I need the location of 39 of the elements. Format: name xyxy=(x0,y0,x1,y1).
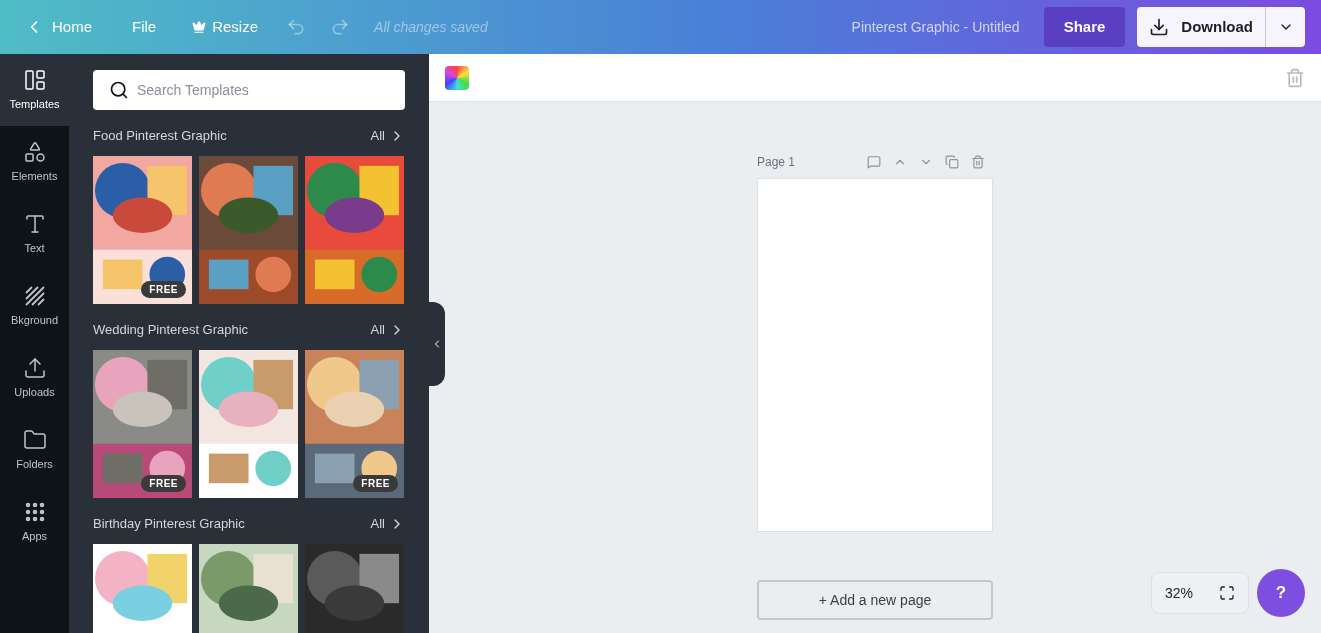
free-badge: FREE xyxy=(353,475,398,492)
fullscreen-icon[interactable] xyxy=(1219,585,1235,601)
shapes-icon xyxy=(22,139,47,164)
search-icon xyxy=(109,80,129,100)
save-status: All changes saved xyxy=(374,17,488,37)
duplicate-icon[interactable] xyxy=(945,155,959,169)
redo-button[interactable] xyxy=(330,17,351,37)
collapse-tab[interactable] xyxy=(429,302,445,386)
color-picker-icon[interactable] xyxy=(445,65,469,90)
section-title: Food Pinterest Graphic xyxy=(93,127,227,146)
see-all-link[interactable]: All xyxy=(370,514,405,534)
search-field[interactable]: Search Templates xyxy=(93,70,405,110)
section-title: Wedding Pinterest Graphic xyxy=(93,321,249,340)
free-badge: FREE xyxy=(141,281,186,298)
page-label: Page 1 xyxy=(757,154,796,171)
help-button[interactable]: ? xyxy=(1257,569,1305,617)
rail-tab[interactable]: Text xyxy=(0,198,69,270)
rail-tab[interactable]: Uploads xyxy=(0,342,69,414)
trash-icon[interactable] xyxy=(1285,67,1305,88)
rail-tab[interactable]: Templates xyxy=(0,54,69,126)
rail-tab[interactable]: Bkground xyxy=(0,270,69,342)
rail-tab[interactable]: Elements xyxy=(0,126,69,198)
crown-icon xyxy=(192,20,207,34)
upload-icon xyxy=(22,355,47,380)
see-all-link[interactable]: All xyxy=(370,126,405,146)
redo-icon xyxy=(330,17,351,37)
delete-page-icon[interactable] xyxy=(971,155,985,169)
download-icon xyxy=(1149,17,1170,37)
folder-icon xyxy=(22,427,47,452)
zoom-level[interactable]: 32% xyxy=(1165,582,1193,604)
share-button[interactable]: Share xyxy=(1043,7,1126,47)
rail-tab[interactable]: Folders xyxy=(0,414,69,486)
see-all-link[interactable]: All xyxy=(370,320,405,340)
add-page-button[interactable]: + Add a new page xyxy=(757,580,993,620)
layout-icon xyxy=(22,67,47,92)
free-badge: FREE xyxy=(141,475,186,492)
rail-tab[interactable]: Apps xyxy=(0,486,69,558)
section-title: Birthday Pinterest Graphic xyxy=(93,515,245,534)
comment-icon[interactable] xyxy=(867,155,881,169)
